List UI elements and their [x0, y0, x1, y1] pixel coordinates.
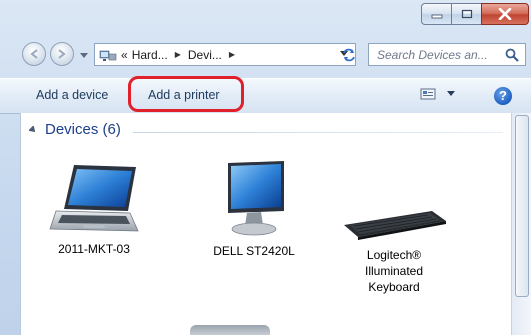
add-device-button[interactable]: Add a device: [36, 88, 108, 102]
device-name: 2011-MKT-03: [58, 242, 130, 256]
breadcrumb-overflow[interactable]: «: [121, 48, 128, 62]
device-name: Logitech® Illuminated Keyboard: [364, 248, 424, 294]
forward-button[interactable]: [50, 42, 74, 66]
device-list-pane: Devices (6) 2011-MKT-03 DELL ST2420L Log…: [20, 113, 513, 335]
breadcrumb-devices[interactable]: Devi...: [188, 48, 222, 62]
callout-highlight: [128, 76, 244, 112]
devices-window: « Hard... ▶ Devi... ▶ Add a device Add: [0, 0, 531, 335]
vertical-scrollbar[interactable]: [511, 113, 531, 335]
device-item[interactable]: 2011-MKT-03: [39, 161, 149, 257]
monitor-icon: [228, 161, 284, 236]
refresh-icon: [343, 48, 355, 61]
breadcrumb-chevron-icon[interactable]: ▶: [229, 50, 235, 59]
back-button[interactable]: [22, 42, 46, 66]
breadcrumb-hardware[interactable]: Hard...: [132, 48, 168, 62]
device-item[interactable]: DELL ST2420L: [199, 159, 309, 259]
help-icon[interactable]: ?: [494, 87, 512, 105]
maximize-icon: [461, 9, 472, 19]
partial-device-icon: [190, 325, 270, 335]
close-icon: [498, 8, 512, 20]
view-dropdown-icon: [447, 91, 455, 96]
minimize-icon: [431, 14, 442, 19]
keyboard-icon: [344, 211, 446, 240]
scrollbar-thumb[interactable]: [515, 115, 529, 297]
devices-group-header[interactable]: Devices (6): [29, 121, 121, 138]
address-bar[interactable]: « Hard... ▶ Devi... ▶: [94, 43, 356, 66]
device-item[interactable]: Logitech® Illuminated Keyboard: [339, 203, 449, 295]
search-icon[interactable]: [505, 48, 519, 62]
navigation-bar: « Hard... ▶ Devi... ▶: [0, 38, 531, 72]
recent-pages-icon[interactable]: [79, 50, 89, 60]
refresh-button[interactable]: [337, 43, 361, 66]
close-button[interactable]: [481, 3, 529, 25]
laptop-icon: [49, 165, 139, 232]
devices-folder-icon: [99, 50, 117, 61]
devices-group-label: Devices (6): [45, 121, 121, 138]
search-input[interactable]: [375, 46, 507, 63]
search-box[interactable]: [368, 43, 526, 66]
change-view-button[interactable]: [420, 87, 456, 101]
device-name: DELL ST2420L: [213, 244, 295, 258]
back-arrow-icon: [30, 49, 38, 59]
minimize-button[interactable]: [421, 3, 451, 25]
collapse-triangle-icon[interactable]: [29, 125, 37, 134]
window-controls: [421, 3, 529, 25]
view-options-icon: [420, 88, 436, 100]
breadcrumb-chevron-icon[interactable]: ▶: [175, 50, 181, 59]
forward-arrow-icon: [58, 49, 66, 59]
command-bar: Add a device Add a printer ?: [0, 78, 531, 114]
group-divider: [133, 132, 503, 133]
maximize-button[interactable]: [451, 3, 481, 25]
